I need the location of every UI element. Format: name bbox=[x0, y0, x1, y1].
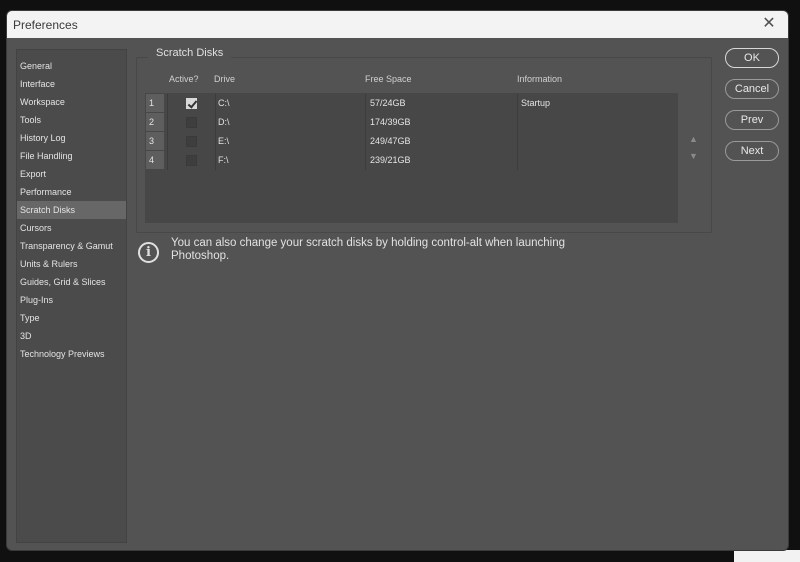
scratch-disks-title: Scratch Disks bbox=[148, 47, 232, 59]
scratch-disk-table: 1 C:\ 57/24GB Startup 2 D:\ 174/39GB 3 E:\ 249/47… bbox=[145, 93, 678, 223]
drive-cell: F:\ bbox=[218, 155, 229, 165]
preferences-sidebar: General Interface Workspace Tools History Lo… bbox=[16, 49, 127, 543]
table-row[interactable]: 1 C:\ 57/24GB Startup bbox=[145, 94, 678, 113]
sidebar-item-units-rulers[interactable]: Units & Rulers bbox=[17, 255, 126, 273]
free-space-cell: 57/24GB bbox=[370, 98, 406, 108]
column-divider bbox=[517, 94, 518, 113]
table-row[interactable]: 3 E:\ 249/47GB bbox=[145, 132, 678, 151]
sidebar-item-workspace[interactable]: Workspace bbox=[17, 93, 126, 111]
sidebar-item-general[interactable]: General bbox=[17, 57, 126, 75]
column-header-active: Active? bbox=[169, 74, 199, 84]
sidebar-item-transparency-gamut[interactable]: Transparency & Gamut bbox=[17, 237, 126, 255]
sidebar-item-file-handling[interactable]: File Handling bbox=[17, 147, 126, 165]
info-icon: i bbox=[138, 242, 159, 263]
preferences-window: Preferences ✕ General Interface Workspace T… bbox=[6, 10, 789, 551]
next-button[interactable]: Next bbox=[725, 141, 779, 161]
row-number: 3 bbox=[146, 132, 164, 150]
column-divider bbox=[167, 151, 168, 170]
arrow-down-icon[interactable]: ▼ bbox=[689, 151, 699, 161]
drive-cell: E:\ bbox=[218, 136, 230, 146]
sidebar-item-type[interactable]: Type bbox=[17, 309, 126, 327]
drive-cell: C:\ bbox=[218, 98, 230, 108]
column-divider bbox=[215, 113, 216, 132]
sidebar-item-export[interactable]: Export bbox=[17, 165, 126, 183]
sidebar-item-performance[interactable]: Performance bbox=[17, 183, 126, 201]
column-divider bbox=[365, 94, 366, 113]
desktop-corner bbox=[734, 550, 800, 562]
sidebar-item-scratch-disks[interactable]: Scratch Disks bbox=[17, 201, 126, 219]
column-divider bbox=[215, 132, 216, 151]
column-header-drive: Drive bbox=[214, 74, 236, 84]
close-icon[interactable]: ✕ bbox=[760, 15, 778, 33]
sidebar-item-interface[interactable]: Interface bbox=[17, 75, 126, 93]
active-checkbox[interactable] bbox=[186, 136, 197, 147]
sidebar-item-history-log[interactable]: History Log bbox=[17, 129, 126, 147]
prev-button[interactable]: Prev bbox=[725, 110, 779, 130]
column-header-free-space: Free Space bbox=[365, 74, 412, 84]
cancel-button[interactable]: Cancel bbox=[725, 79, 779, 99]
column-divider bbox=[167, 132, 168, 151]
free-space-cell: 249/47GB bbox=[370, 136, 411, 146]
sidebar-item-tools[interactable]: Tools bbox=[17, 111, 126, 129]
active-checkbox[interactable] bbox=[186, 155, 197, 166]
free-space-cell: 174/39GB bbox=[370, 117, 411, 127]
title-bar: Preferences ✕ bbox=[7, 11, 788, 38]
window-title: Preferences bbox=[13, 17, 78, 32]
column-divider bbox=[517, 151, 518, 170]
column-header-information: Information bbox=[517, 74, 563, 84]
active-checkbox[interactable] bbox=[186, 117, 197, 128]
column-divider bbox=[517, 132, 518, 151]
sidebar-item-cursors[interactable]: Cursors bbox=[17, 219, 126, 237]
row-number: 2 bbox=[146, 113, 164, 131]
column-divider bbox=[365, 132, 366, 151]
table-row[interactable]: 4 F:\ 239/21GB bbox=[145, 151, 678, 170]
column-divider bbox=[517, 113, 518, 132]
ok-button[interactable]: OK bbox=[725, 48, 779, 68]
column-divider bbox=[167, 94, 168, 113]
column-divider bbox=[365, 113, 366, 132]
sidebar-item-guides-grid-slices[interactable]: Guides, Grid & Slices bbox=[17, 273, 126, 291]
free-space-cell: 239/21GB bbox=[370, 155, 411, 165]
info-message: You can also change your scratch disks b… bbox=[171, 237, 566, 262]
column-divider bbox=[167, 113, 168, 132]
row-number: 1 bbox=[146, 94, 164, 112]
column-divider bbox=[215, 94, 216, 113]
drive-cell: D:\ bbox=[218, 117, 230, 127]
sidebar-item-plug-ins[interactable]: Plug-Ins bbox=[17, 291, 126, 309]
sidebar-item-technology-previews[interactable]: Technology Previews bbox=[17, 345, 126, 363]
active-checkbox[interactable] bbox=[186, 98, 197, 109]
row-number: 4 bbox=[146, 151, 164, 169]
column-divider bbox=[365, 151, 366, 170]
table-row[interactable]: 2 D:\ 174/39GB bbox=[145, 113, 678, 132]
arrow-up-icon[interactable]: ▲ bbox=[689, 134, 699, 144]
information-cell: Startup bbox=[521, 98, 551, 108]
sidebar-item-3d[interactable]: 3D bbox=[17, 327, 126, 345]
column-divider bbox=[215, 151, 216, 170]
